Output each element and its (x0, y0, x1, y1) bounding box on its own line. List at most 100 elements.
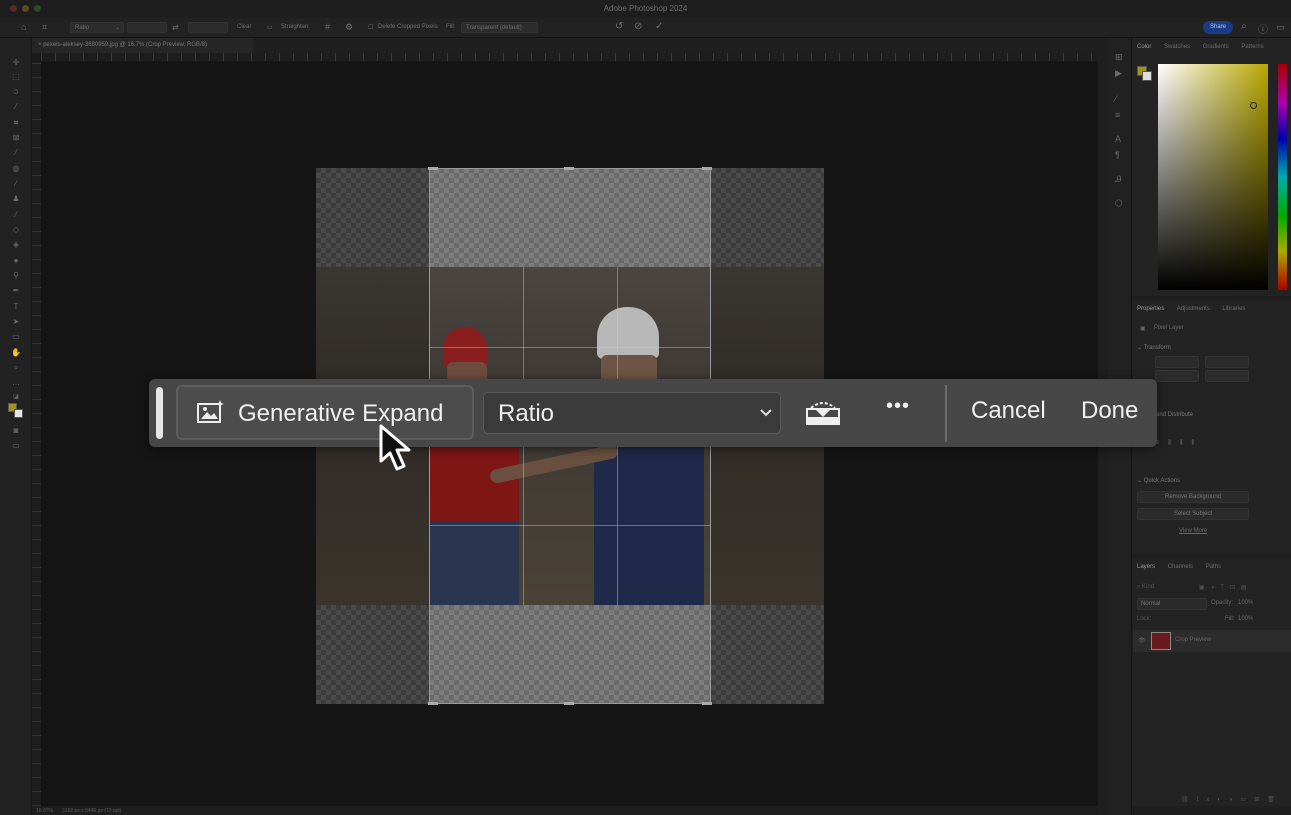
dodge-tool-icon[interactable]: ⚲ (11, 271, 21, 280)
overlay-grid-icon[interactable]: # (325, 22, 330, 32)
home-icon[interactable]: ⌂ (21, 22, 26, 32)
rectangle-tool-icon[interactable]: ▭ (11, 332, 21, 341)
zoom-tool-icon[interactable]: ⌕ (11, 363, 21, 372)
share-button[interactable]: Share (1203, 21, 1233, 34)
crop-height-input[interactable] (188, 22, 228, 33)
type-tool-icon[interactable]: T (11, 302, 21, 311)
search-icon[interactable]: ⌕ (1241, 21, 1247, 32)
cancel-crop-icon[interactable]: ⊘ (634, 21, 642, 32)
select-subject-button[interactable]: Select Subject (1137, 508, 1249, 520)
background-color-swatch[interactable] (14, 409, 23, 418)
crop-handle-bottom[interactable] (564, 702, 574, 705)
more-options-button[interactable]: ••• (886, 395, 910, 418)
brush-settings-icon[interactable]: ⁄ (1115, 94, 1117, 104)
opacity-value[interactable]: 100% (1238, 600, 1253, 606)
tab-swatches[interactable]: Swatches (1164, 44, 1190, 50)
paragraph-icon[interactable]: ¶ (1115, 150, 1120, 160)
more-tools-icon[interactable]: … (11, 378, 21, 387)
layer-row[interactable]: 👁 Crop Preview (1133, 630, 1291, 652)
layer-filter-icons[interactable]: ▣◑T⊡▤ (1199, 584, 1253, 591)
color-panel-background-swatch[interactable] (1142, 71, 1152, 81)
crop-tool-icon[interactable]: ⌗ (42, 22, 47, 33)
crop-handle-top-right[interactable] (702, 167, 712, 170)
crop-handle-bottom-left[interactable] (428, 702, 438, 705)
frame-tool-icon[interactable]: ⊠ (11, 133, 21, 142)
tab-properties[interactable]: Properties (1137, 306, 1164, 312)
crop-width-input[interactable] (127, 22, 167, 33)
move-tool-icon[interactable]: ✛ (11, 58, 21, 67)
lasso-tool-icon[interactable]: ↄ (11, 87, 21, 96)
document-tab[interactable]: × pexels-aleksey-3680959.jpg @ 16.7% (Cr… (32, 38, 254, 53)
fill-select[interactable]: Transparent (default) (461, 22, 538, 33)
history-brush-tool-icon[interactable]: ⁄ (11, 210, 21, 219)
layers-footer-icons[interactable]: ⛓fx◐◑▭⊞🗑 (1181, 796, 1283, 803)
align-section-header[interactable]: n and Distribute (1151, 412, 1193, 418)
tab-paths[interactable]: Paths (1206, 564, 1221, 570)
hue-slider[interactable] (1278, 64, 1287, 290)
help-icon[interactable]: ⓘ (1258, 21, 1268, 36)
adjustments-icon[interactable]: ≡ (1115, 110, 1120, 120)
gradient-tool-icon[interactable]: ◈ (11, 240, 21, 249)
tab-patterns[interactable]: Patterns (1241, 44, 1263, 50)
path-selection-tool-icon[interactable]: ➤ (11, 317, 21, 326)
delete-cropped-checkbox[interactable]: ☐ (368, 24, 373, 31)
tab-layers[interactable]: Layers (1137, 564, 1155, 570)
eyedropper-tool-icon[interactable]: ⁄ (11, 148, 21, 157)
screen-mode-icon[interactable]: ▭ (11, 441, 21, 450)
tab-libraries[interactable]: Libraries (1222, 306, 1245, 312)
crop-handle-top[interactable] (564, 167, 574, 170)
brush-tool-icon[interactable]: ⁄ (11, 179, 21, 188)
transform-h-input[interactable] (1205, 356, 1249, 368)
3d-icon[interactable]: ⬡ (1115, 198, 1123, 209)
history-icon[interactable]: ⊞ (1115, 52, 1123, 63)
hand-tool-icon[interactable]: ✋ (11, 348, 21, 357)
default-colors-icon[interactable]: ◪ (11, 393, 21, 402)
straighten-icon[interactable]: ▭ (267, 24, 273, 31)
close-tab-icon[interactable]: × (38, 42, 42, 48)
transform-x-input[interactable] (1155, 370, 1199, 382)
generative-expand-button[interactable]: Generative Expand (176, 385, 474, 440)
transform-y-input[interactable] (1205, 370, 1249, 382)
magic-wand-tool-icon[interactable]: ⁄ (11, 102, 21, 111)
view-more-link[interactable]: View More (1179, 528, 1207, 534)
marquee-tool-icon[interactable]: ⬚ (11, 72, 21, 81)
quick-actions-header[interactable]: ⌄ Quick Actions (1137, 477, 1180, 484)
gear-icon[interactable]: ⚙ (345, 22, 353, 33)
task-bar-grip-handle[interactable] (156, 387, 163, 439)
glyphs-icon[interactable]: Ꭿ (1115, 174, 1122, 185)
clear-button[interactable]: Clear (237, 24, 251, 30)
fill-value[interactable]: 100% (1238, 616, 1253, 622)
play-icon[interactable]: ▶ (1115, 68, 1122, 79)
color-picker-cursor[interactable] (1250, 102, 1257, 109)
ratio-preset-select[interactable]: Ratio ⌄ (70, 22, 124, 33)
commit-crop-icon[interactable]: ✓ (655, 21, 663, 32)
zoom-level[interactable]: 16.67% (36, 808, 53, 814)
crop-handle-top-left[interactable] (428, 167, 438, 170)
quick-mask-icon[interactable]: ◙ (11, 426, 21, 435)
tab-adjustments[interactable]: Adjustments (1177, 306, 1210, 312)
straighten-button[interactable]: Straighten (281, 24, 308, 30)
aspect-ratio-dropdown[interactable]: Ratio (483, 392, 781, 434)
tab-gradients[interactable]: Gradients (1203, 44, 1229, 50)
color-field[interactable] (1158, 64, 1268, 290)
workspace-icon[interactable]: ▭ (1276, 22, 1285, 33)
blur-tool-icon[interactable]: ● (11, 256, 21, 265)
pen-tool-icon[interactable]: ✒ (11, 286, 21, 295)
reset-icon[interactable]: ↺ (615, 21, 623, 32)
straighten-crop-icon[interactable] (805, 398, 841, 426)
swap-icon[interactable]: ⇄ (172, 23, 179, 32)
cancel-button[interactable]: Cancel (971, 397, 1046, 425)
visibility-eye-icon[interactable]: 👁 (1138, 637, 1146, 644)
healing-tool-icon[interactable]: ◍ (11, 164, 21, 173)
eraser-tool-icon[interactable]: ◇ (11, 225, 21, 234)
character-icon[interactable]: A (1115, 134, 1121, 144)
stamp-tool-icon[interactable]: ♟ (11, 194, 21, 203)
blend-mode-select[interactable]: Normal (1137, 598, 1207, 610)
tab-channels[interactable]: Channels (1168, 564, 1193, 570)
layer-name[interactable]: Crop Preview (1175, 637, 1211, 643)
layer-filter-kind[interactable]: ⌕ Kind (1137, 584, 1154, 591)
remove-background-button[interactable]: Remove Background (1137, 491, 1249, 503)
transform-w-input[interactable] (1155, 356, 1199, 368)
tab-color[interactable]: Color (1137, 44, 1151, 50)
transform-section-header[interactable]: ⌄ Transform (1137, 344, 1171, 351)
